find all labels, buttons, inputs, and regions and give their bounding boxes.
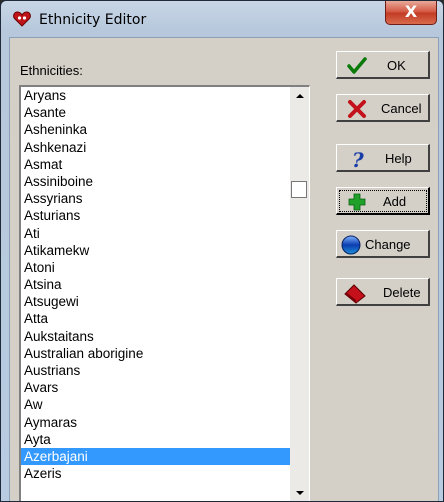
list-item[interactable]: Atsugewi: [21, 293, 290, 310]
list-item[interactable]: Aryans: [21, 87, 290, 104]
ok-button[interactable]: OK: [336, 51, 430, 79]
cancel-button[interactable]: Cancel: [336, 94, 430, 122]
list-item[interactable]: Atikamekw: [21, 242, 290, 259]
ethnicities-label-text: Ethnicities:: [20, 63, 83, 78]
change-button[interactable]: Change: [336, 230, 430, 258]
delete-label: Delete: [383, 285, 421, 300]
list-item[interactable]: Ati: [21, 225, 290, 242]
list-item[interactable]: Azeris: [21, 465, 290, 482]
dialog-client-area: Ethnicities: Aryans Asante Asheninka Ashken…: [9, 37, 439, 501]
app-heart-icon: [13, 11, 31, 27]
list-item[interactable]: Asturians: [21, 207, 290, 224]
list-item[interactable]: Ayta: [21, 431, 290, 448]
cancel-label: Cancel: [381, 101, 422, 116]
list-item[interactable]: Atsina: [21, 276, 290, 293]
list-item[interactable]: Ashkenazi: [21, 139, 290, 156]
question-icon: ?: [352, 149, 364, 169]
list-item[interactable]: Aw: [21, 396, 290, 413]
list-item[interactable]: Atta: [21, 310, 290, 327]
vertical-scrollbar[interactable]: [290, 87, 309, 501]
svg-text:?: ?: [352, 149, 364, 169]
eraser-icon: [344, 284, 366, 304]
help-label: Help: [385, 151, 412, 166]
list-item[interactable]: Asheninka: [21, 121, 290, 138]
list-item[interactable]: Atoni: [21, 259, 290, 276]
list-item[interactable]: Australian aborigine: [21, 345, 290, 362]
list-item[interactable]: Aymaras: [21, 414, 290, 431]
scroll-up-arrow-icon[interactable]: [296, 94, 304, 98]
close-button[interactable]: X: [385, 1, 437, 25]
scroll-thumb[interactable]: [291, 181, 307, 198]
ethnicities-label: Ethnicities:: [20, 63, 83, 78]
scroll-down-arrow-icon[interactable]: [296, 491, 304, 495]
list-item[interactable]: Asante: [21, 104, 290, 121]
change-label: Change: [365, 237, 411, 252]
list-item[interactable]: Azerbajani: [21, 447, 290, 466]
window-title: Ethnicity Editor: [39, 12, 147, 28]
add-button[interactable]: Add: [336, 187, 430, 215]
list-item[interactable]: Avars: [21, 379, 290, 396]
ok-label: OK: [387, 58, 406, 73]
ethnicity-editor-window: Ethnicity Editor X Ethnicities: Aryans As…: [0, 0, 444, 502]
add-label: Add: [383, 194, 407, 209]
ethnicities-listbox[interactable]: Aryans Asante Asheninka Ashkenazi Asmat Assin…: [19, 85, 310, 501]
globe-icon: [341, 235, 361, 255]
checkmark-icon: [347, 57, 367, 74]
list-item[interactable]: Assiniboine: [21, 173, 290, 190]
list-item[interactable]: Asmat: [21, 156, 290, 173]
help-button[interactable]: ? Help: [336, 144, 430, 172]
delete-button[interactable]: Delete: [336, 278, 430, 306]
green-plus-icon: [348, 193, 366, 211]
list-item[interactable]: Aukstaitans: [21, 328, 290, 345]
close-icon: X: [404, 2, 418, 21]
ethnicities-list[interactable]: Aryans Asante Asheninka Ashkenazi Asmat Assin…: [21, 87, 290, 482]
title-bar[interactable]: Ethnicity Editor X: [1, 1, 443, 37]
red-x-icon: [348, 100, 366, 118]
list-item[interactable]: Austrians: [21, 362, 290, 379]
list-item[interactable]: Assyrians: [21, 190, 290, 207]
